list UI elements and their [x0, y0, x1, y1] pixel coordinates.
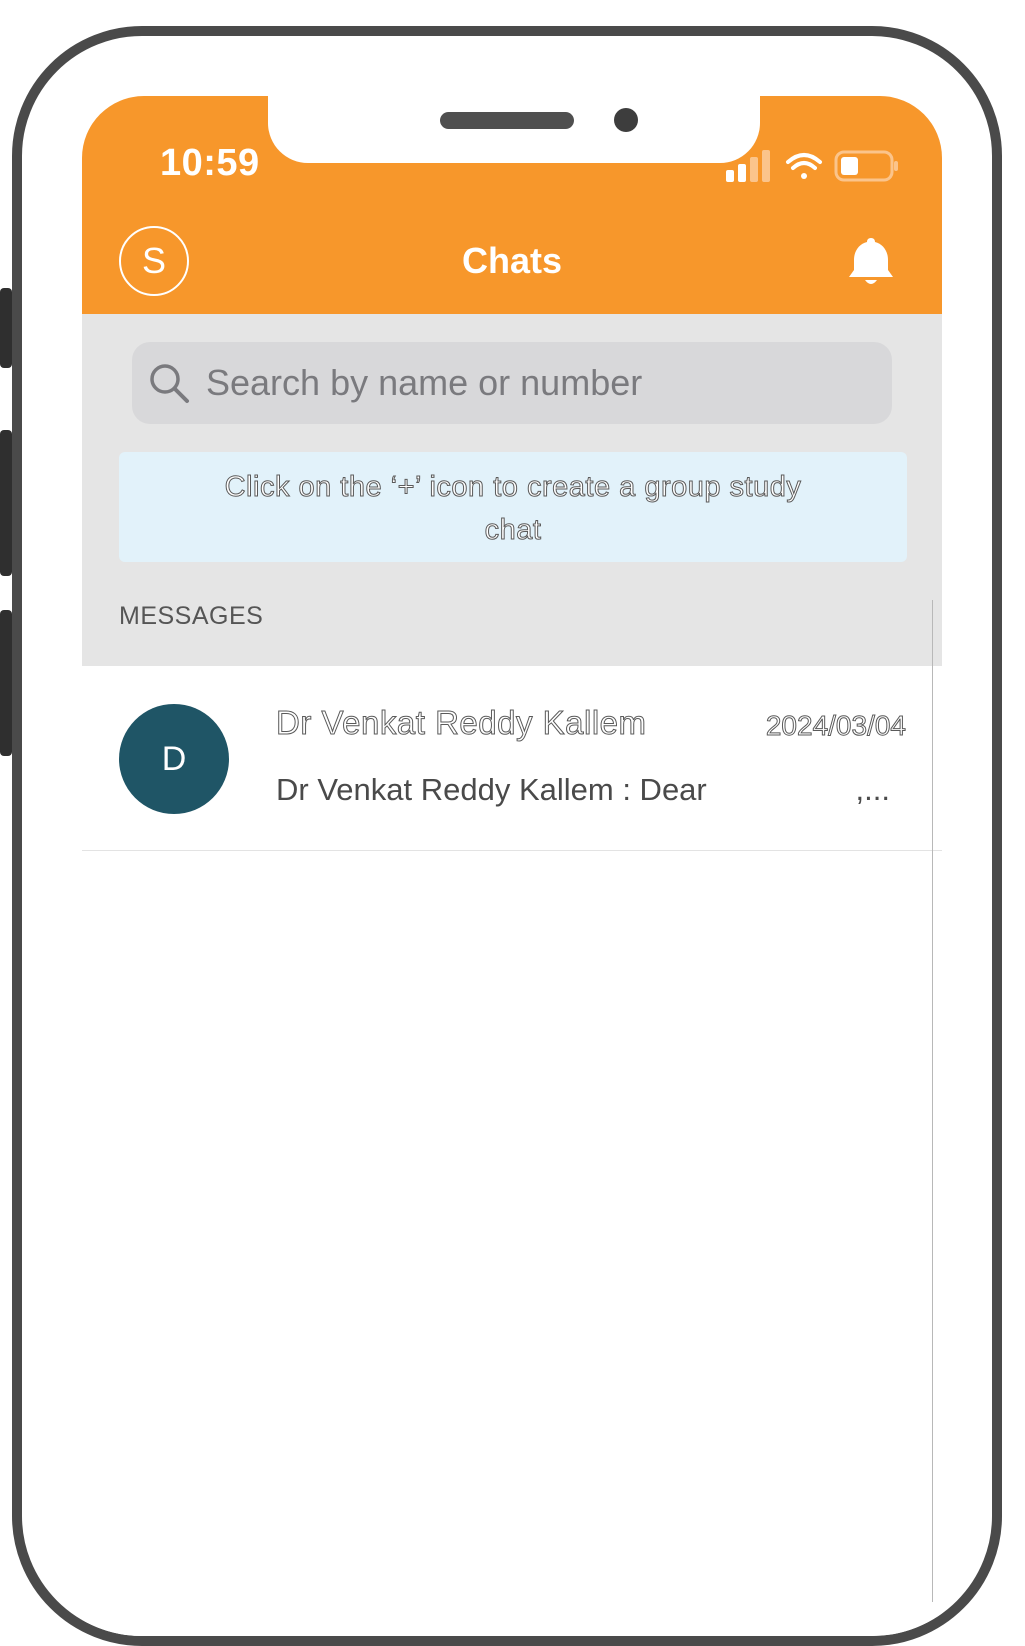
- app-header: 10:59 S Chats: [82, 96, 942, 314]
- bell-icon[interactable]: [848, 236, 894, 288]
- search-input[interactable]: Search by name or number: [132, 342, 892, 424]
- messages-section-label: MESSAGES: [119, 602, 264, 630]
- screen-edge-divider: [932, 600, 933, 1602]
- notch: [268, 96, 760, 163]
- wifi-icon: [786, 153, 822, 179]
- phone-side-button: [0, 610, 12, 756]
- chat-contact-name: Dr Venkat Reddy Kallem: [276, 704, 647, 742]
- page-title: Chats: [461, 240, 563, 281]
- battery-icon: [834, 150, 898, 182]
- search-placeholder: Search by name or number: [206, 362, 643, 403]
- chat-message-preview: Dr Venkat Reddy Kallem : Dear: [276, 772, 707, 807]
- chat-list-item[interactable]: D Dr Venkat Reddy Kallem 2024/03/04 Dr V…: [82, 666, 942, 851]
- group-chat-tip-banner: Click on the ‘+’ icon to create a group …: [119, 452, 907, 562]
- phone-side-button: [0, 430, 12, 576]
- camera: [614, 108, 638, 132]
- avatar: D: [119, 704, 229, 814]
- status-icons: [722, 148, 902, 184]
- phone-frame: 10:59 S Chats Search by name or number C…: [12, 26, 1002, 1646]
- phone-side-button: [0, 288, 12, 368]
- signal-icon: [726, 150, 770, 182]
- status-time: 10:59: [160, 142, 260, 184]
- chat-date: 2024/03/04: [765, 710, 906, 742]
- speaker: [440, 112, 574, 129]
- chat-preview-truncation: ,...: [855, 772, 890, 807]
- search-section: Search by name or number Click on the ‘+…: [82, 314, 942, 666]
- phone-screen: 10:59 S Chats Search by name or number C…: [82, 96, 942, 1636]
- search-icon: [148, 362, 190, 404]
